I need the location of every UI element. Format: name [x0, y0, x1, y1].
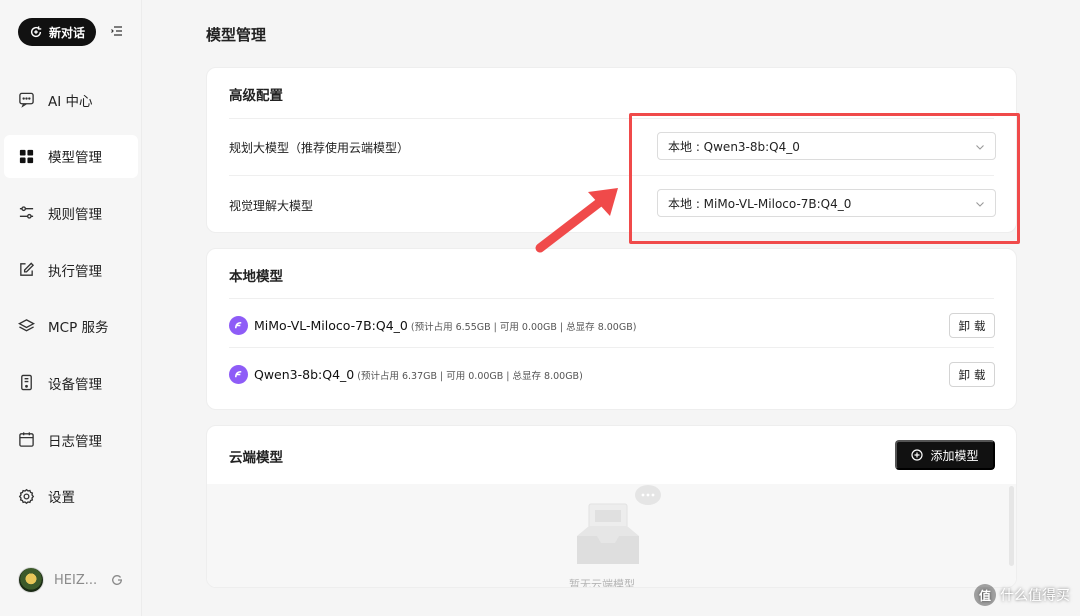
sidebar-item-mcp-service[interactable]: MCP 服务 — [4, 305, 138, 348]
sidebar-item-label: 规则管理 — [48, 206, 102, 223]
sidebar-item-model-management[interactable]: 模型管理 — [4, 134, 138, 178]
model-name: Qwen3-8b:Q4_0 — [254, 367, 355, 382]
model-logo-icon — [229, 365, 248, 384]
scrollbar[interactable] — [1009, 486, 1014, 566]
edit-icon — [20, 262, 35, 276]
sidebar-item-ai-center[interactable]: AI 中心 — [4, 78, 138, 121]
local-models-card: 本地模型 MiMo-VL-Miloco-7B:Q4_0 (预计占用 6.55GB… — [206, 248, 1017, 410]
divider — [229, 298, 994, 299]
cloud-models-title: 云端模型 — [229, 450, 283, 466]
avatar — [18, 567, 44, 593]
local-model-item: Qwen3-8b:Q4_0 (预计占用 6.37GB | 可用 0.00GB |… — [229, 365, 583, 384]
sidebar-item-device-management[interactable]: 设备管理 — [4, 361, 138, 404]
add-model-label: 添加模型 — [930, 448, 979, 463]
vision-model-label: 视觉理解大模型 — [229, 199, 314, 213]
collapse-sidebar-icon[interactable] — [110, 24, 124, 38]
sidebar-item-log-management[interactable]: 日志管理 — [4, 418, 138, 461]
sidebar-item-rule-management[interactable]: 规则管理 — [4, 191, 138, 234]
add-circle-icon — [911, 449, 924, 461]
calendar-icon — [19, 432, 34, 447]
sidebar-item-label: 日志管理 — [48, 433, 102, 450]
highlight-box — [629, 113, 1020, 244]
logout-icon[interactable] — [111, 574, 123, 586]
sidebar-nav: AI 中心 模型管理 规则管理 执行管理 MCP 服务 设备管理 日志管理 设置 — [4, 78, 138, 532]
arrow-annotation-icon — [535, 188, 618, 253]
model-name: MiMo-VL-Miloco-7B:Q4_0 — [254, 318, 408, 333]
model-meta: (预计占用 6.55GB | 可用 0.00GB | 总显存 8.00GB) — [410, 321, 637, 333]
advanced-config-title: 高级配置 — [229, 88, 283, 104]
sidebar-item-label: 执行管理 — [48, 263, 102, 280]
sidebar-item-label: 设置 — [48, 490, 75, 507]
page-title: 模型管理 — [206, 26, 267, 44]
empty-inbox-icon — [577, 485, 661, 564]
sidebar-item-settings[interactable]: 设置 — [4, 475, 138, 518]
local-model-item: MiMo-VL-Miloco-7B:Q4_0 (预计占用 6.55GB | 可用… — [229, 316, 636, 335]
sidebar-item-label: 设备管理 — [48, 376, 102, 393]
gear-icon — [18, 488, 35, 504]
planning-model-label: 规划大模型（推荐使用云端模型） — [229, 141, 410, 155]
model-meta: (预计占用 6.37GB | 可用 0.00GB | 总显存 8.00GB) — [357, 370, 583, 382]
device-icon — [21, 375, 32, 391]
unload-button[interactable]: 卸载 — [949, 313, 995, 338]
watermark-badge: 值 — [974, 584, 996, 606]
user-name: HEIZ... — [54, 572, 98, 588]
new-chat-button[interactable]: 新对话 — [18, 18, 96, 46]
watermark: 值 什么值得买 — [974, 584, 1070, 606]
main-content: 模型管理 高级配置 规划大模型（推荐使用云端模型） 本地 : Qwen3-8b:… — [143, 0, 1080, 616]
divider — [229, 347, 994, 348]
layers-icon — [18, 318, 35, 332]
sidebar-item-label: 模型管理 — [48, 150, 102, 167]
cloud-models-card: 云端模型 添加模型 暂无云端模型 — [206, 425, 1017, 588]
sidebar-item-label: AI 中心 — [48, 93, 93, 110]
new-chat-icon — [30, 26, 42, 38]
sidebar-item-label: MCP 服务 — [48, 320, 109, 337]
watermark-text: 什么值得买 — [1000, 588, 1070, 604]
empty-state-text: 暂无云端模型 — [569, 578, 635, 588]
sliders-icon — [19, 206, 34, 220]
grid-icon — [19, 149, 34, 163]
unload-button[interactable]: 卸载 — [949, 362, 995, 387]
new-chat-label: 新对话 — [48, 25, 85, 40]
sidebar-item-execution-management[interactable]: 执行管理 — [4, 248, 138, 291]
cloud-models-empty-state: 暂无云端模型 — [207, 484, 1016, 588]
model-logo-icon — [229, 316, 248, 335]
user-profile[interactable]: HEIZ... — [18, 566, 128, 594]
local-models-title: 本地模型 — [229, 269, 283, 285]
chat-icon — [19, 92, 34, 108]
sidebar: 新对话 AI 中心 模型管理 规则管理 执行管理 MCP 服务 设备管理 日志管… — [0, 0, 142, 616]
add-model-button[interactable]: 添加模型 — [895, 440, 995, 470]
